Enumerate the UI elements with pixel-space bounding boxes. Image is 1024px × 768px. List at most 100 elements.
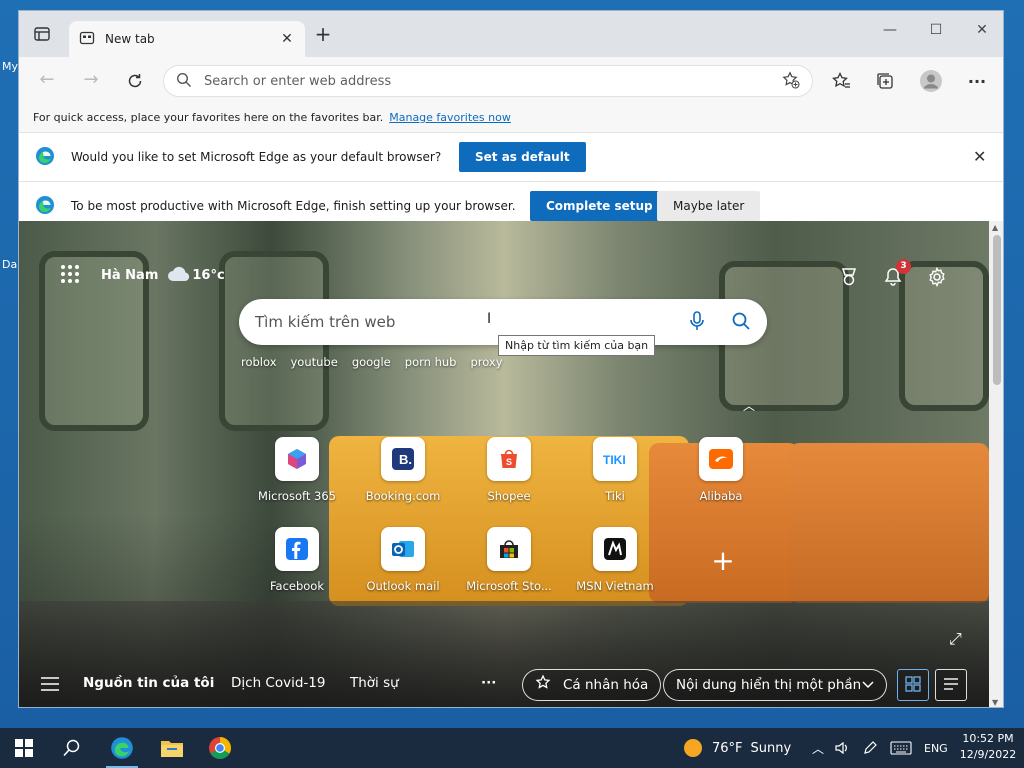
taskbar-chrome-icon[interactable] xyxy=(196,728,244,768)
manage-favorites-link[interactable]: Manage favorites now xyxy=(389,111,511,124)
feed-tab-covid[interactable]: Dịch Covid-19 xyxy=(231,675,325,691)
quick-link-label: Microsoft 365 xyxy=(258,489,336,503)
feed-tab-news[interactable]: Thời sự xyxy=(350,675,399,691)
notification-badge: 3 xyxy=(896,259,911,274)
volume-icon[interactable] xyxy=(834,728,850,768)
weather-temperature[interactable]: 16°c xyxy=(192,268,224,283)
trending-item[interactable]: proxy xyxy=(470,355,502,369)
quick-link-shopee[interactable]: S Shopee xyxy=(461,437,557,503)
quick-link-msn-vietnam[interactable]: MSN Vietnam xyxy=(567,527,663,593)
default-browser-infobar: Would you like to set Microsoft Edge as … xyxy=(19,133,1003,182)
ntp-header: Hà Nam 16°c xyxy=(59,263,225,288)
favorites-icon[interactable] xyxy=(829,69,853,93)
profile-avatar[interactable] xyxy=(919,69,943,93)
quick-link-label: Outlook mail xyxy=(366,579,440,593)
show-hidden-icons[interactable]: ︿ xyxy=(812,728,824,768)
pen-icon[interactable] xyxy=(862,728,878,768)
weather-location[interactable]: Hà Nam xyxy=(101,268,158,283)
back-button[interactable]: ← xyxy=(35,69,59,93)
shopee-icon: S xyxy=(487,437,531,481)
quick-link-label: MSN Vietnam xyxy=(576,579,654,593)
quick-link-microsoft-365[interactable]: Microsoft 365 xyxy=(249,437,345,503)
apps-launcher-icon[interactable] xyxy=(59,263,81,288)
refresh-button[interactable] xyxy=(123,69,147,93)
quick-link-outlook[interactable]: Outlook mail xyxy=(355,527,451,593)
taskbar-weather[interactable]: 76°F Sunny xyxy=(684,728,791,768)
taskbar-edge-icon[interactable] xyxy=(98,728,146,768)
tab-close-icon[interactable]: ✕ xyxy=(279,31,295,47)
edge-logo-icon xyxy=(35,195,55,218)
grid-view-icon xyxy=(905,675,921,695)
notifications-bell-icon[interactable]: 3 xyxy=(881,259,911,289)
favorites-bar: For quick access, place your favorites h… xyxy=(19,103,1003,133)
taskbar-file-explorer-icon[interactable] xyxy=(148,728,196,768)
new-tab-button[interactable]: + xyxy=(313,24,333,45)
quick-link-tiki[interactable]: TIKI Tiki xyxy=(567,437,663,503)
expand-icon[interactable]: ⤢ xyxy=(949,629,962,649)
desktop-label-my[interactable]: My xyxy=(2,60,18,73)
tab-actions-icon[interactable] xyxy=(33,25,51,43)
msn-icon xyxy=(593,527,637,571)
tab-bar: New tab ✕ + — ☐ ✕ xyxy=(19,11,1003,57)
maximize-button[interactable]: ☐ xyxy=(913,17,959,43)
address-bar[interactable]: Search or enter web address xyxy=(163,65,813,97)
keyboard-icon[interactable] xyxy=(890,728,912,768)
trending-item[interactable]: roblox xyxy=(241,355,277,369)
feed-tab-my-feed[interactable]: Nguồn tin của tôi xyxy=(83,675,214,691)
settings-gear-icon[interactable] xyxy=(925,265,949,289)
quick-link-facebook[interactable]: Facebook xyxy=(249,527,345,593)
complete-setup-button[interactable]: Complete setup xyxy=(530,191,669,221)
trending-item[interactable]: porn hub xyxy=(405,355,457,369)
grid-view-button[interactable] xyxy=(897,669,929,701)
hamburger-menu-icon[interactable] xyxy=(41,677,59,694)
rewards-icon[interactable] xyxy=(837,265,861,289)
quick-link-label: Alibaba xyxy=(699,489,743,503)
add-favorite-icon[interactable] xyxy=(782,70,800,92)
content-visibility-dropdown[interactable]: Nội dung hiển thị một phần xyxy=(663,669,887,701)
page-scrollbar[interactable]: ▲ ▼ xyxy=(989,221,1003,707)
default-browser-message: Would you like to set Microsoft Edge as … xyxy=(71,150,442,164)
system-clock[interactable]: 10:52 PM 12/9/2022 xyxy=(956,731,1020,763)
more-menu-icon[interactable]: ··· xyxy=(965,69,989,93)
browser-window: New tab ✕ + — ☐ ✕ ← → Search or enter we… xyxy=(18,10,1004,708)
close-window-button[interactable]: ✕ xyxy=(959,17,1003,43)
clock-date: 12/9/2022 xyxy=(959,748,1017,761)
chevron-down-icon xyxy=(862,677,874,693)
search-submit-icon[interactable] xyxy=(731,311,751,334)
trending-item[interactable]: youtube xyxy=(291,355,338,369)
personalize-button[interactable]: Cá nhân hóa xyxy=(522,669,662,701)
add-quick-link-button[interactable]: + xyxy=(703,541,743,581)
toolbar: ← → Search or enter web address ··· xyxy=(19,57,1003,103)
taskbar-weather-temp: 76°F xyxy=(712,740,743,756)
scroll-up-icon[interactable]: ▲ xyxy=(992,223,998,232)
collections-icon[interactable] xyxy=(873,69,897,93)
quick-link-label: Microsoft Sto... xyxy=(466,579,552,593)
desktop-label-da[interactable]: Da xyxy=(2,258,17,271)
tab-new-tab[interactable]: New tab ✕ xyxy=(69,21,305,57)
sun-icon xyxy=(684,739,702,757)
start-button[interactable] xyxy=(0,728,48,768)
microphone-icon[interactable] xyxy=(689,310,705,334)
search-tooltip: Nhập từ tìm kiếm của bạn xyxy=(498,335,656,356)
quick-link-microsoft-store[interactable]: Microsoft Sto... xyxy=(461,527,557,593)
maybe-later-button[interactable]: Maybe later xyxy=(657,191,761,221)
booking-icon: B. xyxy=(381,437,425,481)
taskbar-search-icon[interactable] xyxy=(48,728,96,768)
list-view-icon xyxy=(943,677,959,694)
quick-link-booking[interactable]: B. Booking.com xyxy=(355,437,451,503)
list-view-button[interactable] xyxy=(935,669,967,701)
edge-logo-icon xyxy=(35,146,55,169)
language-indicator[interactable]: ENG xyxy=(924,728,948,768)
minimize-button[interactable]: — xyxy=(867,17,913,43)
infobar-close-icon[interactable]: ✕ xyxy=(973,147,986,166)
feed-more-icon[interactable]: ··· xyxy=(481,675,496,691)
collapse-chevron-icon[interactable]: ︿ xyxy=(743,397,755,414)
set-as-default-button[interactable]: Set as default xyxy=(459,142,586,172)
trending-searches: roblox youtube google porn hub proxy xyxy=(241,355,503,369)
scroll-down-icon[interactable]: ▼ xyxy=(992,698,998,707)
facebook-icon xyxy=(275,527,319,571)
forward-button[interactable]: → xyxy=(79,69,103,93)
scrollbar-thumb[interactable] xyxy=(993,235,1001,385)
quick-link-alibaba[interactable]: Alibaba xyxy=(673,437,769,503)
trending-item[interactable]: google xyxy=(352,355,391,369)
